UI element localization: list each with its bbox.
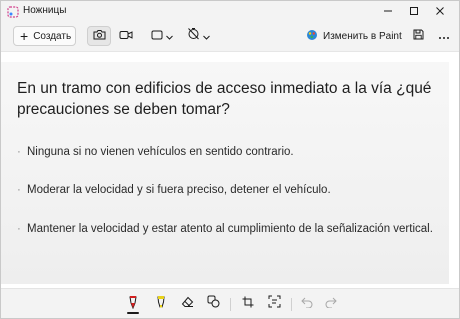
video-icon <box>119 27 133 45</box>
text-actions-icon <box>268 295 281 313</box>
selected-indicator <box>127 312 139 314</box>
ballpoint-pen-icon <box>127 295 139 314</box>
crop-icon <box>242 295 254 313</box>
captured-image: En un tramo con edificios de acceso inme… <box>1 62 449 284</box>
option-text: Mantener la velocidad y estar atento al … <box>27 223 433 235</box>
save-icon <box>413 27 424 45</box>
option-bullet: · <box>17 146 21 158</box>
divider <box>230 298 231 311</box>
camera-icon <box>93 27 106 45</box>
option-text: Moderar la velocidad y si fuera preciso,… <box>27 184 331 196</box>
eraser-button[interactable] <box>177 294 197 314</box>
markup-toolbar <box>1 288 459 318</box>
video-mode-button[interactable] <box>114 26 138 46</box>
app-icon <box>7 5 19 18</box>
option-bullet: · <box>17 223 21 235</box>
delay-timer-dropdown[interactable] <box>187 26 215 46</box>
more-options-button[interactable] <box>435 26 453 46</box>
title-bar: Ножницы <box>1 1 459 21</box>
no-timer-icon <box>187 27 200 45</box>
snipping-tool-window: Ножницы + Создать Изменить в Paint En un… <box>0 0 460 319</box>
close-button[interactable] <box>427 1 453 21</box>
paint-icon <box>306 29 318 44</box>
divider <box>291 298 292 311</box>
minimize-button[interactable] <box>375 1 401 21</box>
quiz-option: · Moderar la velocidad y si fuera precis… <box>17 183 437 198</box>
eraser-icon <box>181 295 194 313</box>
plus-icon: + <box>20 28 29 44</box>
chevron-down-icon <box>166 27 173 45</box>
shapes-button[interactable] <box>203 294 223 314</box>
undo-icon <box>301 295 313 313</box>
screenshot-mode-button[interactable] <box>87 26 111 46</box>
quiz-question: En un tramo con edificios de acceso inme… <box>17 80 432 118</box>
text-actions-button[interactable] <box>264 294 284 314</box>
highlighter-button[interactable] <box>151 294 171 314</box>
ballpoint-pen-button[interactable] <box>123 294 143 314</box>
shapes-icon <box>207 295 220 313</box>
snip-canvas[interactable]: En un tramo con edificios de acceso inme… <box>1 51 459 288</box>
chevron-down-icon <box>203 27 210 45</box>
option-bullet: · <box>17 184 21 196</box>
quiz-option: · Ninguna si no vienen vehículos en sent… <box>17 145 437 160</box>
undo-button[interactable] <box>297 294 317 314</box>
rectangle-icon <box>151 27 163 45</box>
crop-button[interactable] <box>238 294 258 314</box>
maximize-button[interactable] <box>401 1 427 21</box>
toolbar: + Создать Изменить в Paint <box>1 21 459 51</box>
snip-shape-dropdown[interactable] <box>151 26 177 46</box>
edit-in-paint-label: Изменить в Paint <box>323 30 402 42</box>
edit-in-paint-button[interactable]: Изменить в Paint <box>306 26 402 46</box>
new-snip-label: Создать <box>33 30 72 42</box>
save-button[interactable] <box>409 26 427 46</box>
redo-icon <box>325 295 337 313</box>
more-icon <box>438 27 450 45</box>
option-text: Ninguna si no vienen vehículos en sentid… <box>27 146 294 158</box>
redo-button[interactable] <box>321 294 341 314</box>
quiz-option: · Mantener la velocidad y estar atento a… <box>17 222 437 237</box>
window-title: Ножницы <box>23 5 67 16</box>
new-snip-button[interactable]: + Создать <box>13 26 76 46</box>
highlighter-icon <box>155 295 167 314</box>
